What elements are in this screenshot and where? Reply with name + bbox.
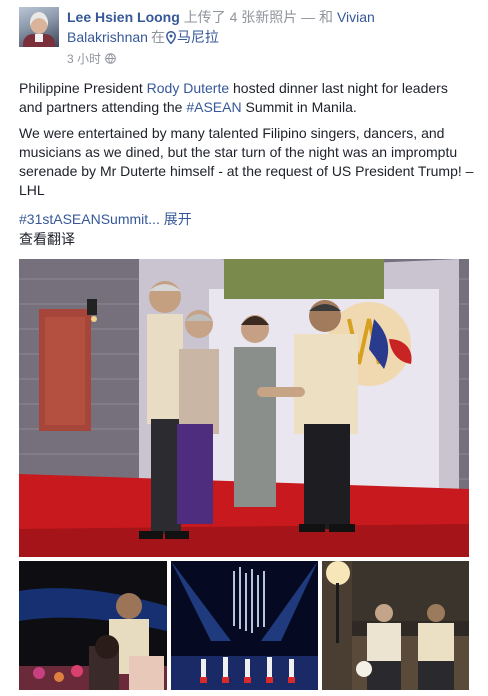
hashtag-asean[interactable]: #ASEAN — [186, 99, 241, 115]
thumbnail-photo-1[interactable] — [19, 561, 167, 690]
thumbnail-photo-2[interactable] — [171, 561, 318, 690]
hashtag-row: #31stASEANSummit... 展开 — [19, 210, 475, 229]
post-timestamp[interactable]: 3 小时 — [67, 52, 101, 66]
tagged-friend-last[interactable]: Balakrishnan — [67, 29, 148, 45]
facebook-post-card: Lee Hsien Loong 上传了 4 张新照片 — 和 Vivian Ba… — [0, 0, 488, 696]
author-avatar[interactable] — [19, 7, 59, 47]
post-header-continued: Balakrishnan 在马尼拉 — [67, 28, 219, 46]
para1-text-c: Summit in Manila. — [241, 99, 357, 115]
para1-text-a: Philippine President — [19, 80, 147, 96]
post-paragraph-2: We were entertained by many talented Fil… — [19, 125, 474, 198]
post-header: Lee Hsien Loong 上传了 4 张新照片 — 和 Vivian — [67, 8, 375, 26]
hashtag-31st-asean-summit[interactable]: #31stASEANSummit... — [19, 211, 160, 227]
post-time-row: 3 小时 — [67, 50, 116, 67]
see-translation-link[interactable]: 查看翻译 — [19, 230, 475, 249]
avatar-face — [30, 12, 48, 34]
author-name[interactable]: Lee Hsien Loong — [67, 9, 180, 25]
see-more-link[interactable]: 展开 — [164, 211, 192, 227]
post-paragraph-1: Philippine President Rody Duterte hosted… — [19, 79, 475, 117]
mention-rody-duterte[interactable]: Rody Duterte — [147, 80, 229, 96]
post-action: 上传了 4 张新照片 — 和 — [183, 9, 334, 25]
main-photo[interactable] — [19, 259, 469, 557]
tagged-friend-first[interactable]: Vivian — [337, 9, 375, 25]
location-link[interactable]: 马尼拉 — [177, 29, 219, 45]
avatar-collar — [35, 34, 43, 42]
location-prefix: 在 — [150, 29, 165, 45]
globe-icon — [105, 53, 116, 64]
thumbnail-photo-3[interactable] — [322, 561, 469, 690]
map-pin-icon — [165, 31, 176, 44]
